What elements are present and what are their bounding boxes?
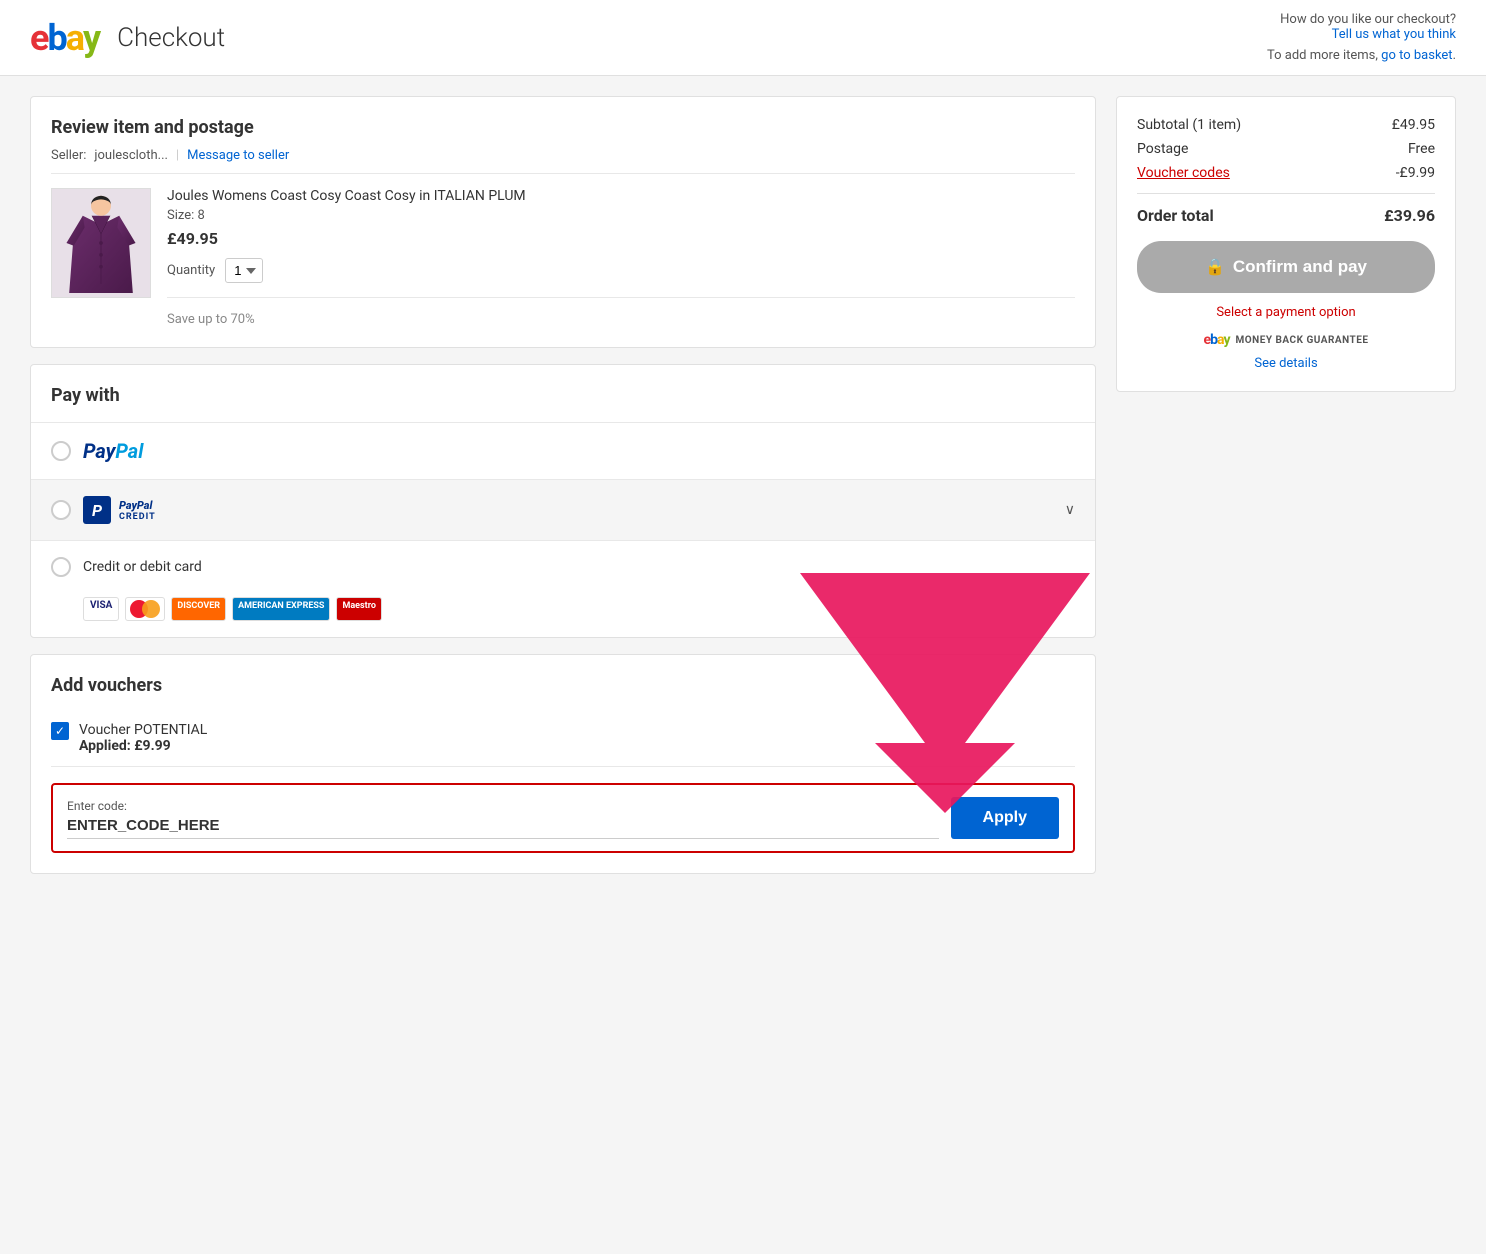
save-text: Save up to 70% <box>167 297 1075 327</box>
item-size: Size: 8 <box>167 208 1075 223</box>
paypal-credit-chevron-icon: ∨ <box>1065 502 1075 518</box>
voucher-code-input[interactable] <box>67 817 939 839</box>
quantity-select[interactable]: 1 2 3 <box>225 258 263 283</box>
voucher-section-title: Add vouchers <box>51 675 1075 696</box>
review-section-title: Review item and postage <box>51 117 1075 138</box>
see-details-link[interactable]: See details <box>1137 356 1435 371</box>
order-summary-card: Subtotal (1 item) £49.95 Postage Free Vo… <box>1116 96 1456 392</box>
quantity-label: Quantity <box>167 263 215 278</box>
voucher-name: Voucher POTENTIAL <box>79 722 207 738</box>
voucher-applied-value: Applied: £9.99 <box>79 738 207 754</box>
message-seller-link[interactable]: Message to seller <box>187 148 289 163</box>
voucher-card: Add vouchers ✓ Voucher POTENTIAL Applied… <box>30 654 1096 874</box>
card-option[interactable]: Credit or debit card VISA DISCOVER AMERI… <box>31 540 1095 637</box>
paypal-credit-radio[interactable] <box>51 500 71 520</box>
header-feedback: How do you like our checkout? Tell us wh… <box>1267 12 1456 63</box>
paypal-radio[interactable] <box>51 441 71 461</box>
summary-divider <box>1137 193 1435 194</box>
voucher-codes-label[interactable]: Voucher codes <box>1137 165 1230 181</box>
payment-section-title: Pay with <box>31 365 1095 422</box>
discover-logo: DISCOVER <box>171 597 226 621</box>
ebay-logo: ebay <box>30 20 99 56</box>
confirm-pay-button[interactable]: 🔒 Confirm and pay <box>1137 241 1435 293</box>
mastercard-logo <box>125 597 165 621</box>
apply-button[interactable]: Apply <box>951 797 1059 839</box>
go-to-basket-link[interactable]: go to basket <box>1381 48 1452 63</box>
feedback-link[interactable]: Tell us what you think <box>1332 27 1456 42</box>
paypal-credit-option[interactable]: P PayPal CREDIT ∨ <box>31 479 1095 540</box>
card-option-label: Credit or debit card <box>83 559 202 575</box>
ebay-mbg-logo: ebay <box>1204 332 1230 348</box>
card-radio[interactable] <box>51 557 71 577</box>
item-name: Joules Womens Coast Cosy Coast Cosy in I… <box>167 188 1075 204</box>
paypal-label: PayPal <box>83 439 1075 463</box>
money-back-text: MONEY BACK GUARANTEE <box>1236 335 1369 346</box>
amex-logo: AMERICAN EXPRESS <box>232 597 330 621</box>
payment-card: Pay with PayPal P P <box>30 364 1096 638</box>
item-image <box>51 188 151 298</box>
seller-label: Seller: <box>51 148 86 163</box>
paypal-credit-label: P PayPal CREDIT <box>83 496 1053 524</box>
lock-icon: 🔒 <box>1205 257 1225 277</box>
seller-name: joulescloth... <box>94 148 168 163</box>
item-price: £49.95 <box>167 229 1075 248</box>
order-total-value: £39.96 <box>1384 206 1435 225</box>
payment-required-message: Select a payment option <box>1137 305 1435 320</box>
page-title: Checkout <box>117 23 225 53</box>
review-item-card: Review item and postage Seller: joulescl… <box>30 96 1096 348</box>
subtotal-value: £49.95 <box>1392 117 1435 133</box>
paypal-option[interactable]: PayPal <box>31 422 1095 479</box>
postage-value: Free <box>1408 141 1435 157</box>
voucher-input-label: Enter code: <box>67 799 939 813</box>
postage-label: Postage <box>1137 141 1188 157</box>
subtotal-label: Subtotal (1 item) <box>1137 117 1241 133</box>
maestro-logo: Maestro <box>336 597 381 621</box>
voucher-checkbox[interactable]: ✓ <box>51 722 69 740</box>
order-total-label: Order total <box>1137 206 1214 225</box>
voucher-input-row: Enter code: Apply <box>51 783 1075 853</box>
visa-logo: VISA <box>83 597 119 621</box>
voucher-discount-value: -£9.99 <box>1396 165 1435 181</box>
